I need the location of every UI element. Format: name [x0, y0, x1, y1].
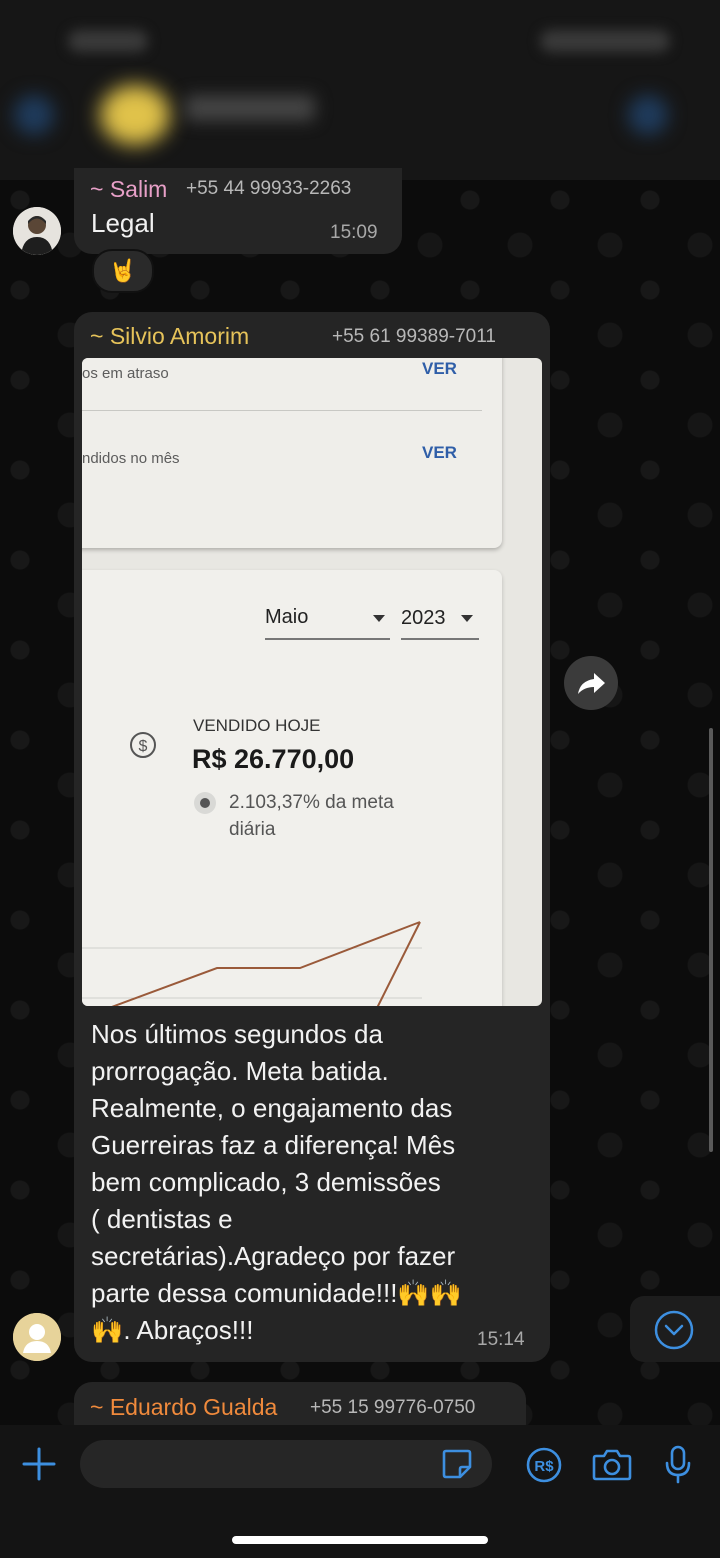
svg-text:$: $ — [139, 738, 148, 755]
sender-phone: +55 44 99933-2263 — [186, 178, 352, 199]
camera-button[interactable] — [592, 1446, 632, 1489]
reaction-emoji: 🤘 — [109, 258, 137, 283]
photo-divider — [82, 410, 482, 411]
plus-icon — [22, 1447, 56, 1481]
message-text-line: secretárias).Agradeço por fazer — [91, 1241, 456, 1271]
photo-card-links: os em atraso VER ndidos no mês VER — [82, 358, 502, 548]
payment-button[interactable]: R$ — [525, 1446, 563, 1489]
back-button[interactable] — [14, 95, 54, 135]
message-time: 15:09 — [330, 222, 378, 243]
caret-down-icon — [461, 615, 473, 622]
avatar[interactable] — [13, 1313, 61, 1361]
microphone-icon — [665, 1445, 691, 1484]
message-text: Nos últimos segundos da prorrogação. Met… — [91, 1016, 541, 1349]
message-text-line: 🙌. Abraços!!! — [91, 1315, 254, 1345]
photo-row2-label: ndidos no mês — [82, 450, 180, 467]
message-text-line: Nos últimos segundos da — [91, 1019, 383, 1049]
kpi-sub-line2: diária — [229, 819, 276, 840]
scrollbar[interactable] — [709, 728, 713, 1152]
message-text-line: ( dentistas e — [91, 1204, 233, 1234]
sender-name[interactable]: ~ Salim — [90, 176, 167, 203]
photo-row2-link: VER — [422, 443, 457, 462]
message-text: Legal — [91, 208, 155, 238]
attach-button[interactable] — [20, 1445, 58, 1488]
status-bar-time-blurred — [68, 30, 148, 52]
avatar[interactable] — [13, 207, 61, 255]
message-text-line: Realmente, o engajamento das — [91, 1093, 453, 1123]
sender-name[interactable]: ~ Silvio Amorim — [90, 323, 249, 350]
microphone-button[interactable] — [663, 1444, 693, 1491]
photo-select-underline — [265, 638, 390, 640]
kpi-sub-line1: 2.103,37% da meta — [229, 792, 394, 813]
sender-name[interactable]: ~ Eduardo Gualda — [90, 1394, 277, 1421]
sender-phone: +55 15 99776-0750 — [310, 1397, 476, 1418]
chart-line — [111, 921, 421, 1006]
call-button[interactable] — [628, 95, 668, 135]
message-text-line: prorrogação. Meta batida. — [91, 1056, 389, 1086]
photo-line-chart — [82, 921, 422, 1006]
default-avatar-icon — [13, 1313, 61, 1361]
home-indicator[interactable] — [232, 1536, 488, 1544]
scroll-down-button[interactable] — [630, 1296, 720, 1362]
reaction-badge[interactable]: 🤘 — [92, 249, 154, 293]
message-input[interactable] — [80, 1440, 492, 1488]
chevron-down-icon — [654, 1310, 694, 1350]
status-bar-icons-blurred — [540, 30, 670, 52]
kpi-label: VENDIDO HOJE — [193, 716, 321, 735]
sticker-button[interactable] — [440, 1447, 474, 1486]
forward-icon — [578, 673, 605, 694]
photo-select-underline — [401, 638, 479, 640]
message-text-line: Guerreiras faz a diferença! Mês — [91, 1130, 456, 1160]
person-photo-icon — [13, 207, 61, 255]
message-bubble[interactable]: ~ Salim +55 44 99933-2263 Legal 15:09 — [74, 168, 402, 254]
forward-button[interactable] — [564, 656, 618, 710]
kpi-value: R$ 26.770,00 — [192, 744, 355, 774]
photo-row1-label: os em atraso — [82, 365, 169, 382]
photo-year-select: 2023 — [401, 607, 446, 629]
kpi-status-dot — [194, 792, 216, 814]
photo-card-sales: Maio 2023 $ VENDIDO HOJE R$ 26.770,00 2.… — [82, 570, 502, 1006]
photo-month-select: Maio — [265, 606, 309, 628]
message-text-line: parte dessa comunidade!!!🙌🙌 — [91, 1278, 463, 1308]
group-name-blurred[interactable] — [185, 95, 315, 121]
caret-down-icon — [373, 615, 385, 622]
sender-phone: +55 61 99389-7011 — [332, 326, 496, 347]
svg-text:R$: R$ — [534, 1458, 554, 1475]
photo-row1-link: VER — [422, 359, 457, 378]
camera-icon — [592, 1449, 632, 1481]
chart-line-2 — [376, 921, 421, 1006]
group-avatar[interactable] — [100, 85, 170, 145]
chat-header — [0, 0, 720, 180]
dollar-circle-icon: $ — [130, 732, 156, 758]
message-photo[interactable]: os em atraso VER ndidos no mês VER Maio … — [82, 358, 542, 1006]
kpi-status-dot-inner — [200, 798, 210, 808]
pix-payment-icon: R$ — [526, 1447, 562, 1483]
message-time: 15:14 — [477, 1329, 525, 1350]
message-text-line: bem complicado, 3 demissões — [91, 1167, 441, 1197]
sticker-icon — [442, 1449, 472, 1479]
